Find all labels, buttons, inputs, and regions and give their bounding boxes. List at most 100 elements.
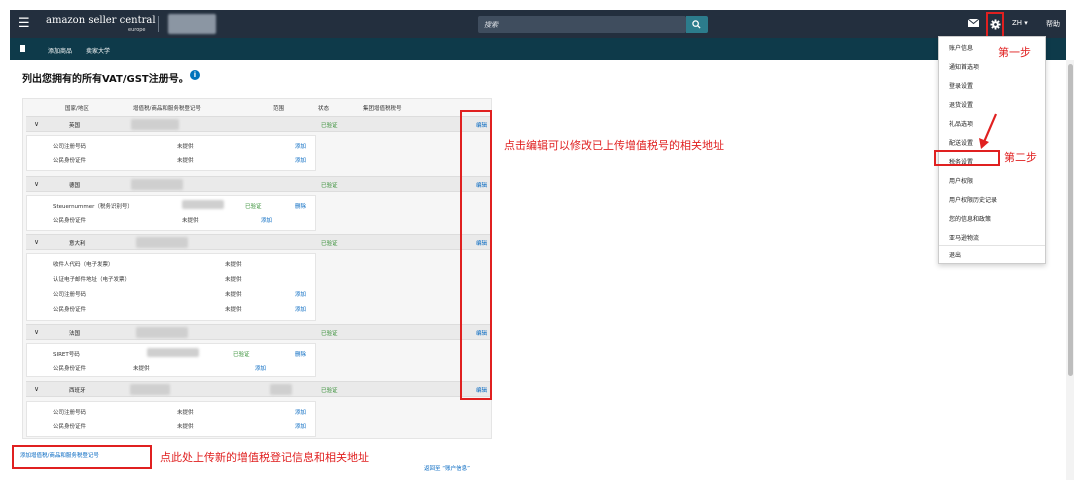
menu-item-user-permissions[interactable]: 用户权限 xyxy=(949,176,973,185)
detail-label: 公司注册号码 xyxy=(53,292,87,298)
tax-settings-highlight xyxy=(934,150,1000,166)
detail-status: 未提供 xyxy=(177,144,194,150)
add-link[interactable]: 添加 xyxy=(255,364,266,372)
detail-status: 未提供 xyxy=(225,277,242,283)
search-button[interactable] xyxy=(686,16,708,33)
detail-label: 公民身份证件 xyxy=(53,307,87,313)
chevron-down-icon[interactable]: ∨ xyxy=(34,328,39,336)
details-panel: Steuernummer（税务识别号） 已验证 删除 公民身份证件 未提供 添加 xyxy=(26,195,316,231)
country-name: 德国 xyxy=(69,183,81,189)
details-panel: 公司注册号码 未提供 添加 公民身份证件 未提供 添加 xyxy=(26,135,316,171)
menu-divider xyxy=(939,245,1045,246)
tax-id-redacted xyxy=(182,200,224,209)
detail-status: 未提供 xyxy=(225,292,242,298)
menu-item-login-settings[interactable]: 登录设置 xyxy=(949,81,973,90)
siret-redacted xyxy=(147,348,199,357)
details-panel: 收件人代码（电子发票） 未提供 认证电子邮件地址（电子发票） 未提供 公司注册号… xyxy=(26,253,316,321)
status-badge: 已验证 xyxy=(321,331,338,337)
column-header-group-vat: 集团增值税税号 xyxy=(363,106,402,112)
account-switcher[interactable] xyxy=(168,14,216,34)
bookmarks-bar: 添加商品 卖家大学 xyxy=(10,38,1066,60)
chevron-down-icon[interactable]: ∨ xyxy=(34,385,39,393)
language-selector[interactable]: ZH ▾ xyxy=(1012,19,1028,27)
table-row: ∨ 德国 已验证 编辑 xyxy=(26,176,490,192)
seller-central-logo[interactable]: amazon seller central xyxy=(46,15,156,26)
menu-item-account-info[interactable]: 账户信息 xyxy=(949,43,973,52)
menu-item-shipping-settings[interactable]: 配送设置 xyxy=(949,138,973,147)
menu-item-gift-options[interactable]: 礼品选项 xyxy=(949,119,973,128)
detail-status: 未提供 xyxy=(177,158,194,164)
detail-label: 公民身份证件 xyxy=(53,424,87,430)
search-icon xyxy=(692,20,701,29)
mail-icon[interactable] xyxy=(968,19,979,27)
bookmark-icon[interactable] xyxy=(20,45,25,52)
column-header-country: 国家/地区 xyxy=(65,106,89,112)
vat-number-redacted xyxy=(136,237,188,248)
detail-label: 认证电子邮件地址（电子发票） xyxy=(53,277,131,283)
menu-item-info-and-policies[interactable]: 您的信息和政策 xyxy=(949,214,991,223)
add-link[interactable]: 添加 xyxy=(295,422,306,430)
add-link[interactable]: 添加 xyxy=(261,216,272,224)
vat-number-redacted xyxy=(131,119,179,130)
table-row: ∨ 西班牙 已验证 编辑 xyxy=(26,381,490,397)
gear-highlight xyxy=(986,12,1004,38)
delete-link[interactable]: 删除 xyxy=(295,202,306,210)
detail-label: SIRET号码 xyxy=(53,352,80,358)
logo-region-label: europe xyxy=(128,27,146,33)
detail-status: 未提供 xyxy=(225,307,242,313)
step2-annotation: 第二步 xyxy=(1004,151,1037,164)
hamburger-menu-icon[interactable]: ☰ xyxy=(18,16,30,31)
detail-label: Steuernummer（税务识别号） xyxy=(53,204,133,210)
add-link[interactable]: 添加 xyxy=(295,142,306,150)
menu-item-fba[interactable]: 亚马逊物流 xyxy=(949,233,979,242)
search-input[interactable]: 搜索 xyxy=(478,16,686,33)
detail-label: 公民身份证件 xyxy=(53,366,87,372)
nav-seller-university[interactable]: 卖家大学 xyxy=(86,46,110,55)
top-header-bar: ☰ amazon seller central europe 搜索 ZH ▾ 帮… xyxy=(10,10,1066,38)
menu-item-permission-history[interactable]: 用户权限历史记录 xyxy=(949,195,997,204)
menu-item-sign-out[interactable]: 退出 xyxy=(949,250,961,259)
status-badge: 已验证 xyxy=(321,388,338,394)
page: ☰ amazon seller central europe 搜索 ZH ▾ 帮… xyxy=(0,0,1080,484)
logo-divider xyxy=(158,16,159,32)
status-badge: 已验证 xyxy=(321,241,338,247)
add-link[interactable]: 添加 xyxy=(295,305,306,313)
info-icon[interactable]: i xyxy=(190,70,200,80)
status-badge: 已验证 xyxy=(321,123,338,129)
add-link[interactable]: 添加 xyxy=(295,156,306,164)
column-header-vat-number: 增值税/商品和服务税登记号 xyxy=(133,106,201,112)
table-row: ∨ 意大利 已验证 编辑 xyxy=(26,234,490,250)
detail-label: 公司注册号码 xyxy=(53,410,87,416)
add-link[interactable]: 添加 xyxy=(295,290,306,298)
detail-status: 未提供 xyxy=(177,424,194,430)
status-badge: 已验证 xyxy=(321,183,338,189)
help-link[interactable]: 帮助 xyxy=(1046,19,1060,29)
upload-hint-annotation: 点此处上传新的增值税登记信息和相关地址 xyxy=(160,451,369,464)
delete-link[interactable]: 删除 xyxy=(295,350,306,358)
vat-number-redacted xyxy=(130,384,170,395)
detail-label: 收件人代码（电子发票） xyxy=(53,262,114,268)
detail-label: 公司注册号码 xyxy=(53,144,87,150)
table-row: ∨ 英国 已验证 编辑 xyxy=(26,116,490,132)
edit-column-highlight xyxy=(460,110,492,400)
vat-registration-table: 国家/地区 增值税/商品和服务税登记号 范围 状态 集团增值税税号 ∨ 英国 已… xyxy=(22,98,492,439)
detail-status: 未提供 xyxy=(177,410,194,416)
step1-annotation: 第一步 xyxy=(998,46,1031,59)
nav-add-products[interactable]: 添加商品 xyxy=(48,46,72,55)
menu-item-return-settings[interactable]: 退货设置 xyxy=(949,100,973,109)
add-vat-link[interactable]: 添加增值税/商品和服务税登记号 xyxy=(20,451,99,459)
details-panel: SIRET号码 已验证 删除 公民身份证件 未提供 添加 xyxy=(26,343,316,377)
chevron-down-icon[interactable]: ∨ xyxy=(34,238,39,246)
arrow-icon xyxy=(979,113,998,149)
menu-item-notification-preferences[interactable]: 通知首选项 xyxy=(949,62,979,71)
chevron-down-icon[interactable]: ∨ xyxy=(34,180,39,188)
country-name: 英国 xyxy=(69,123,81,129)
detail-status: 已验证 xyxy=(245,204,262,210)
back-to-account-info-link[interactable]: 返回至 “账户信息” xyxy=(424,464,470,472)
country-name: 西班牙 xyxy=(69,388,86,394)
chevron-down-icon[interactable]: ∨ xyxy=(34,120,39,128)
country-name: 法国 xyxy=(69,331,81,337)
add-link[interactable]: 添加 xyxy=(295,408,306,416)
details-panel: 公司注册号码 未提供 添加 公民身份证件 未提供 添加 xyxy=(26,401,316,437)
scrollbar-thumb[interactable] xyxy=(1068,64,1073,376)
